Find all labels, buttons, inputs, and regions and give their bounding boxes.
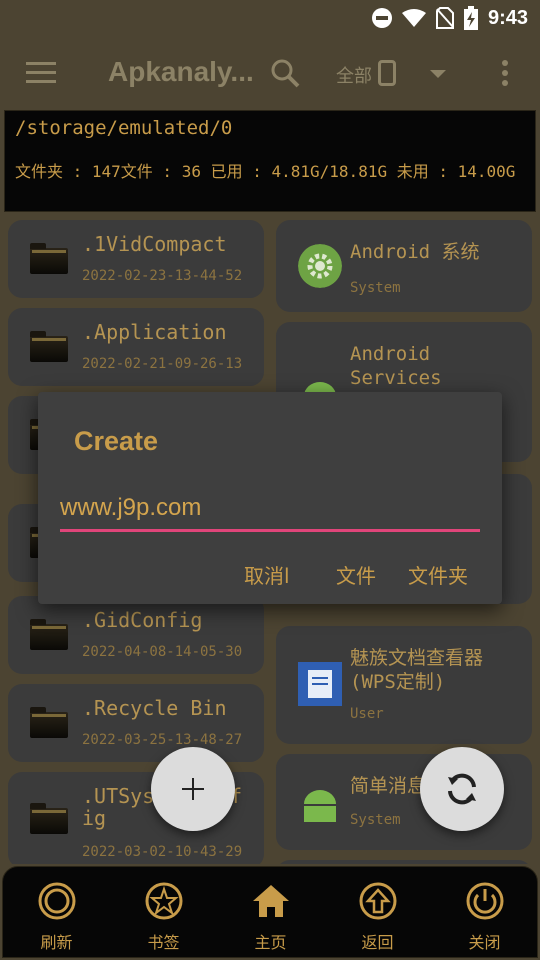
power-icon	[466, 882, 504, 920]
search-icon[interactable]	[270, 58, 300, 88]
app-type: System	[350, 812, 401, 828]
folder-icon	[30, 331, 68, 362]
list-item[interactable]: .GidConfig 2022-04-08-14-05-30	[8, 596, 264, 674]
android-robot-icon	[304, 790, 336, 822]
list-item[interactable]	[276, 860, 532, 864]
nav-label: 书签	[147, 933, 180, 952]
path-panel: /storage/emulated/0 文件夹 : 147文件 : 36 已用 …	[4, 110, 536, 212]
create-dialog: Create www.j9p.com 取消l 文件 文件夹	[38, 392, 502, 604]
no-sim-icon	[435, 7, 454, 29]
list-item[interactable]: .Recycle Bin 2022-03-25-13-48-27	[8, 684, 264, 762]
folder-date: 2022-04-08-14-05-30	[82, 644, 243, 660]
app-name: 魅族文档查看器	[350, 647, 484, 669]
folder-name: .1VidCompact	[82, 232, 227, 256]
more-options-icon[interactable]	[502, 60, 510, 88]
do-not-disturb-icon	[371, 8, 392, 28]
folder-name: .UTSys	[82, 784, 155, 808]
nav-bookmarks[interactable]: 书签	[110, 867, 217, 959]
app-name: Android 系统	[350, 241, 480, 263]
folder-icon	[30, 803, 68, 834]
app-name: Android	[350, 343, 431, 365]
list-item[interactable]: .Application 2022-02-21-09-26-13	[8, 308, 264, 386]
folder-name: .Application	[82, 320, 227, 344]
status-bar: 9:43	[0, 0, 540, 36]
list-item[interactable]: Android 系统 System	[276, 220, 532, 312]
wifi-icon	[401, 9, 426, 27]
folder-date: 2022-03-02-10-43-29	[82, 844, 243, 860]
battery-charging-icon	[463, 6, 478, 30]
clock: 9:43	[487, 6, 528, 29]
dropdown-arrow-icon[interactable]	[430, 70, 446, 78]
folder-date: 2022-02-21-09-26-13	[82, 356, 243, 372]
nav-label: 刷新	[40, 933, 73, 952]
android-settings-icon	[298, 244, 342, 288]
folder-date: 2022-02-23-13-44-52	[82, 268, 243, 284]
nav-back[interactable]: 返回	[324, 867, 431, 959]
sync-icon	[448, 773, 476, 805]
folder-icon	[30, 243, 68, 274]
nav-label: 返回	[361, 933, 394, 952]
app-bar: Apkanaly... 全部	[0, 36, 540, 110]
nav-close[interactable]: 关闭	[431, 867, 538, 959]
up-arrow-icon	[359, 882, 397, 920]
folder-icon	[30, 707, 68, 738]
menu-icon[interactable]	[26, 62, 56, 84]
home-icon	[253, 885, 289, 917]
refresh-ring-icon	[38, 882, 76, 920]
name-input[interactable]: www.j9p.com	[60, 490, 480, 532]
current-path: /storage/emulated/0	[15, 117, 233, 139]
app-type: User	[350, 706, 384, 722]
nav-label: 主页	[254, 933, 287, 952]
app-name: Services	[350, 367, 442, 389]
bottom-navigation: 刷新 书签 主页 返回 关闭	[2, 866, 538, 958]
nav-refresh[interactable]: 刷新	[3, 867, 110, 959]
phone-icon[interactable]	[378, 60, 396, 86]
storage-stats: 文件夹 : 147文件 : 36 已用 : 4.81G/18.81G 未用 : …	[15, 162, 516, 181]
sync-button[interactable]	[420, 747, 504, 831]
create-file-button[interactable]: 文件	[336, 560, 376, 589]
app-name: 简单消息	[350, 775, 427, 797]
scope-label[interactable]: 全部	[336, 62, 372, 88]
folder-name: .GidConfig	[82, 608, 203, 632]
list-item[interactable]: .1VidCompact 2022-02-23-13-44-52	[8, 220, 264, 298]
folder-name-wrap: ig	[82, 806, 107, 830]
status-icons: 9:43	[371, 6, 528, 30]
list-item[interactable]: 魅族文档查看器 (WPS定制) User	[276, 626, 532, 744]
folder-icon	[30, 619, 68, 650]
folder-name: .Recycle Bin	[82, 696, 227, 720]
nav-home[interactable]: 主页	[217, 867, 324, 959]
app-name: (WPS定制)	[350, 671, 446, 693]
create-folder-button[interactable]: 文件夹	[408, 560, 468, 589]
folder-date: 2022-03-25-13-48-27	[82, 732, 243, 748]
star-icon	[145, 882, 183, 920]
document-viewer-icon	[298, 662, 342, 706]
plus-icon	[182, 778, 204, 800]
nav-label: 关闭	[468, 933, 501, 952]
add-button[interactable]	[151, 747, 235, 831]
app-type: System	[350, 280, 401, 296]
cancel-button[interactable]: 取消l	[244, 560, 290, 589]
app-title: Apkanaly...	[108, 56, 254, 87]
dialog-title: Create	[74, 426, 159, 456]
